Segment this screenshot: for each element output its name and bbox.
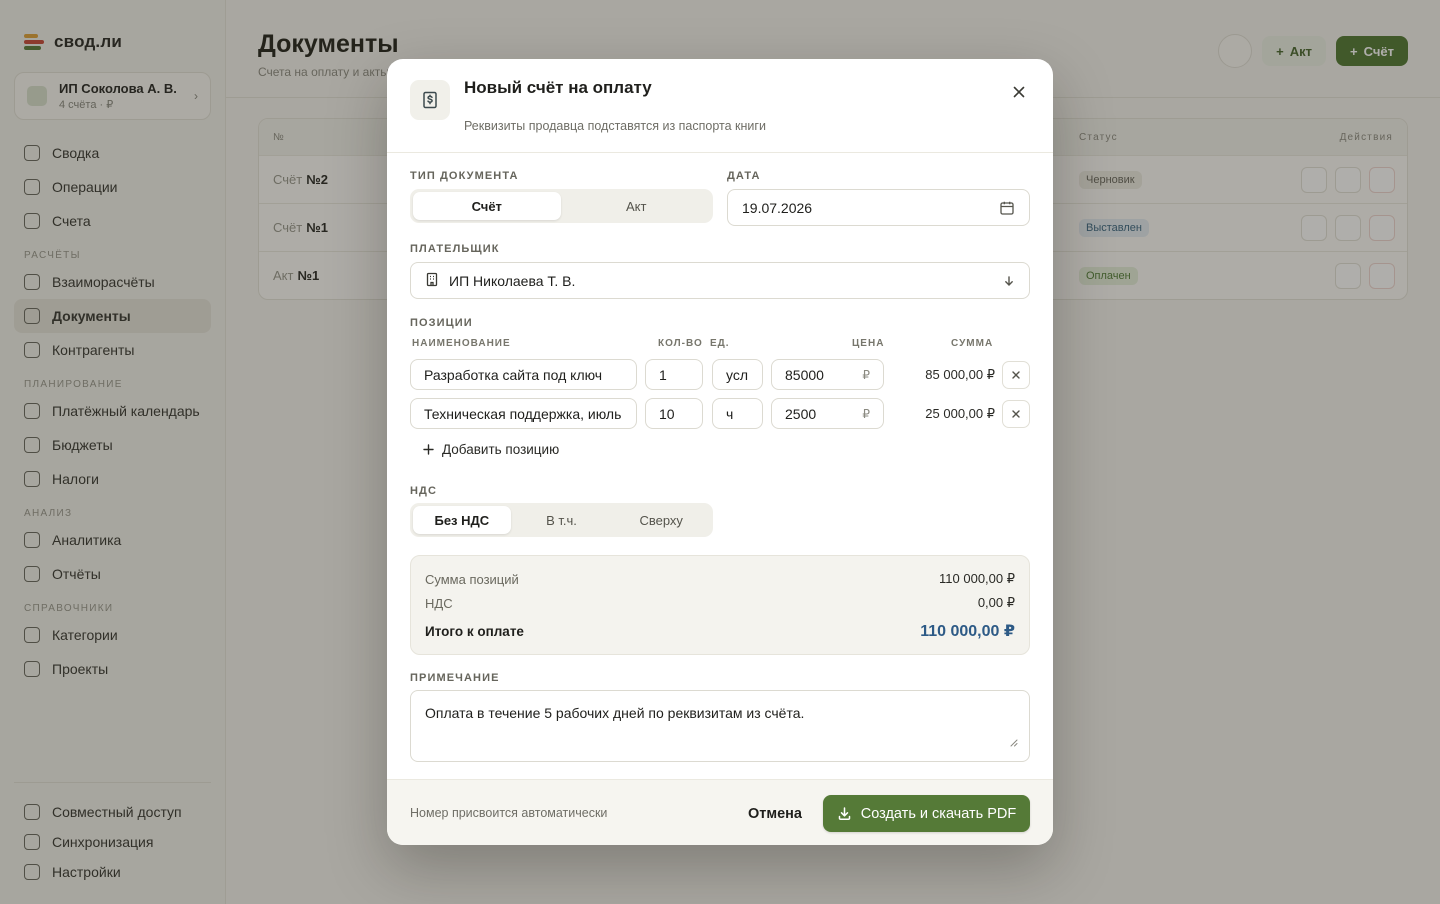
close-button[interactable] (1007, 80, 1031, 104)
date-value: 19.07.2026 (742, 199, 813, 216)
line-price-input[interactable]: 85000 ₽ (771, 359, 884, 390)
cancel-button[interactable]: Отмена (736, 799, 814, 829)
col-sum: Сумма (951, 338, 994, 349)
line-name-input[interactable]: Разработка сайта под ключ (410, 359, 637, 390)
line-unit-input[interactable]: усл (712, 359, 763, 390)
note-value: Оплата в течение 5 рабочих дней по рекви… (425, 705, 805, 721)
dialog-footer: Номер присвоится автоматически Отмена Со… (387, 779, 1053, 845)
doc-type-label: Тип документа (410, 170, 519, 182)
currency-sign: ₽ (862, 367, 870, 382)
line-sum: 25 000,00 ₽ (925, 406, 995, 421)
chevron-down-icon (1003, 275, 1015, 287)
totals-items-row: Сумма позиций 110 000,00 ₽ (425, 571, 1015, 587)
invoice-icon (410, 80, 450, 120)
dialog-subtitle: Реквизиты продавца подставятся из паспор… (464, 119, 766, 133)
new-invoice-dialog: Новый счёт на оплату Реквизиты продавца … (387, 59, 1053, 845)
col-name: Наименование (412, 338, 511, 349)
add-line-button[interactable]: Добавить позицию (423, 442, 559, 457)
number-hint: Номер присвоится автоматически (410, 806, 608, 820)
line-sum: 85 000,00 ₽ (925, 367, 995, 382)
resize-handle-icon[interactable] (1010, 739, 1018, 747)
note-label: Примечание (410, 672, 500, 684)
totals-vat-row: НДС 0,00 ₽ (425, 595, 1015, 611)
currency-sign: ₽ (862, 406, 870, 421)
payer-select[interactable]: ИП Николаева Т. В. (410, 262, 1030, 299)
dialog-title: Новый счёт на оплату (464, 78, 652, 97)
totals-grand-row: Итого к оплате 110 000,00 ₽ (425, 623, 1015, 640)
line-unit-input[interactable]: ч (712, 398, 763, 429)
create-pdf-button[interactable]: Создать и скачать PDF (823, 795, 1030, 832)
close-icon (1012, 371, 1020, 379)
vat-on-top[interactable]: Сверху (612, 506, 710, 534)
note-textarea[interactable]: Оплата в течение 5 рабочих дней по рекви… (410, 690, 1030, 762)
remove-line-button[interactable] (1002, 361, 1030, 389)
building-icon (425, 272, 439, 290)
line-qty-input[interactable]: 10 (645, 398, 703, 429)
payer-label: Плательщик (410, 243, 500, 255)
col-unit: Ед. (710, 338, 730, 349)
vat-none[interactable]: Без НДС (413, 506, 511, 534)
dialog-header: Новый счёт на оплату Реквизиты продавца … (387, 59, 1053, 153)
calendar-icon[interactable] (999, 200, 1015, 216)
payer-value: ИП Николаева Т. В. (449, 272, 576, 289)
line-qty-input[interactable]: 1 (645, 359, 703, 390)
col-qty: Кол-во (658, 338, 703, 349)
line-price-input[interactable]: 2500 ₽ (771, 398, 884, 429)
vat-toggle: Без НДС В т.ч. Сверху (410, 503, 713, 537)
totals-panel: Сумма позиций 110 000,00 ₽ НДС 0,00 ₽ Ит… (410, 555, 1030, 655)
doc-type-invoice[interactable]: Счёт (413, 192, 561, 220)
date-field[interactable]: 19.07.2026 (727, 189, 1030, 226)
line-name-input[interactable]: Техническая поддержка, июль (410, 398, 637, 429)
doc-type-toggle: Счёт Акт (410, 189, 713, 223)
plus-icon (423, 444, 434, 455)
download-icon (838, 807, 851, 820)
vat-label: НДС (410, 485, 438, 497)
col-price: Цена (852, 338, 885, 349)
items-label: Позиции (410, 317, 473, 329)
remove-line-button[interactable] (1002, 400, 1030, 428)
date-label: Дата (727, 170, 761, 182)
close-icon (1012, 410, 1020, 418)
close-icon (1013, 86, 1025, 98)
vat-included[interactable]: В т.ч. (513, 506, 611, 534)
doc-type-act[interactable]: Акт (563, 192, 711, 220)
